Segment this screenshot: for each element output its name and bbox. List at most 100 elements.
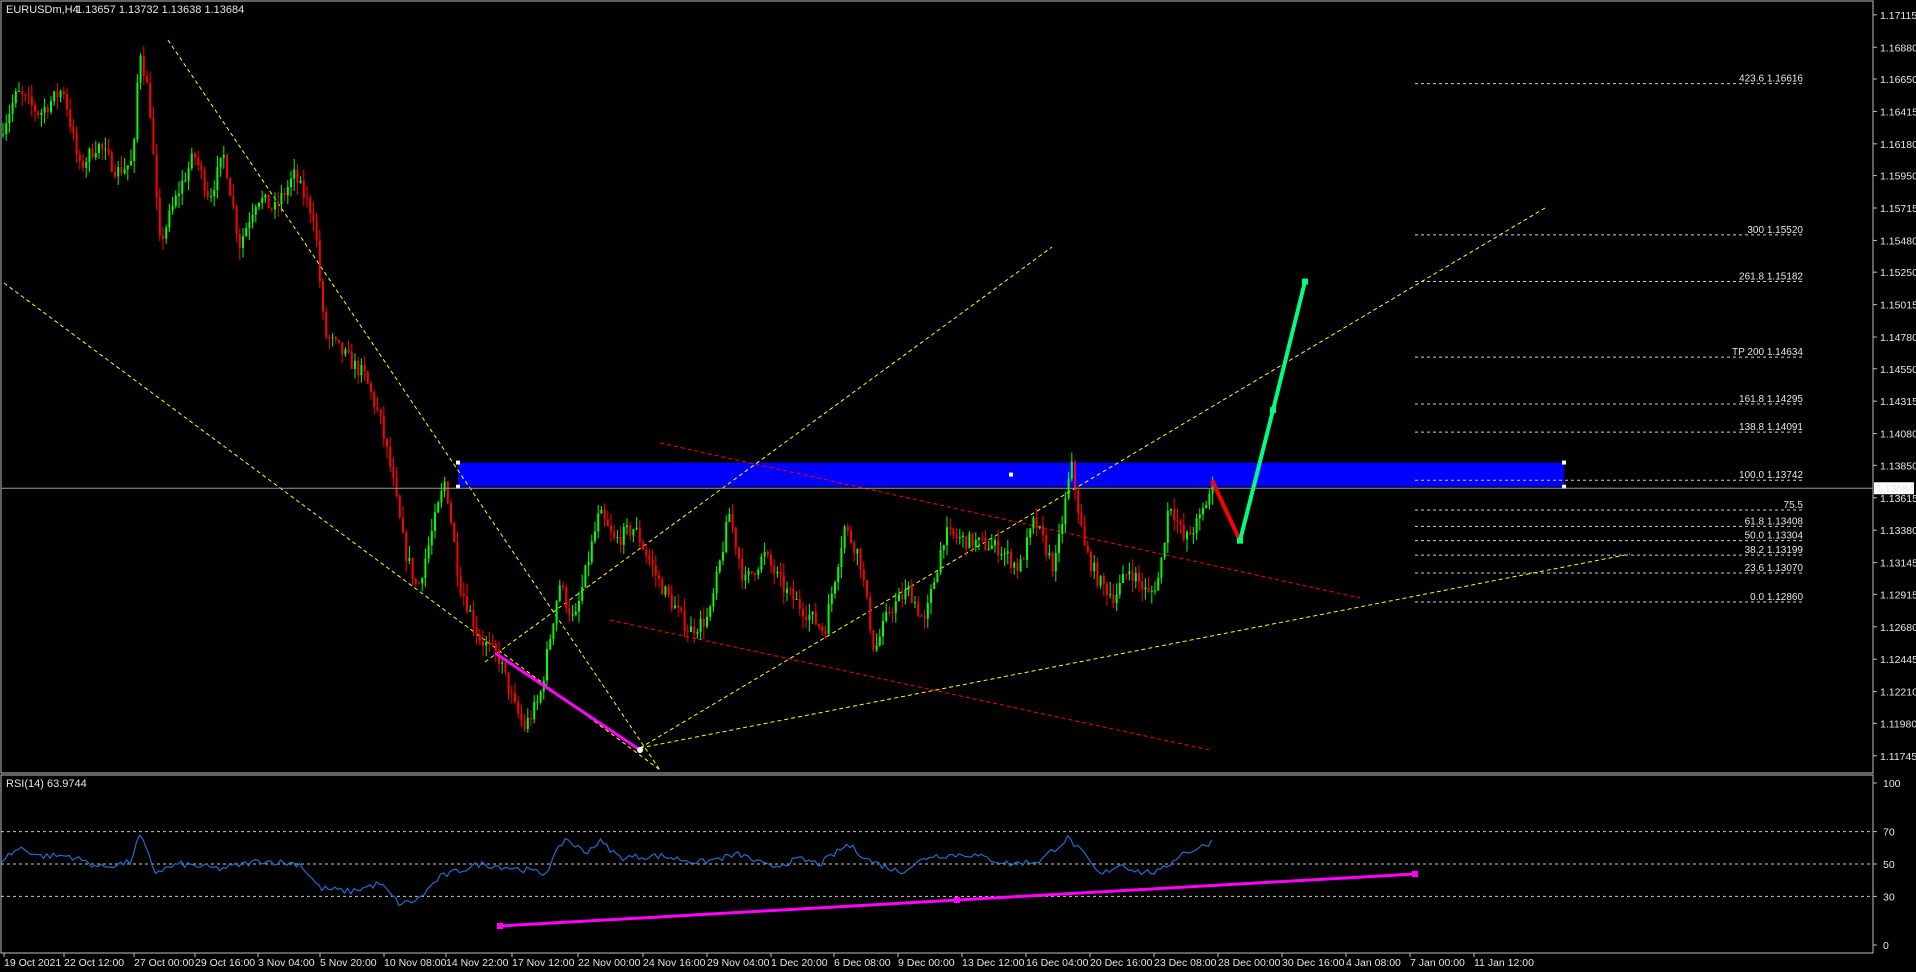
candle-body <box>1086 545 1089 553</box>
candle-body <box>158 197 161 236</box>
candle-body <box>1141 581 1144 590</box>
candle-body <box>939 550 942 573</box>
candle-body <box>1090 552 1092 572</box>
candle-body <box>126 165 129 170</box>
rsi-label: RSI(14) 63.9744 <box>6 778 87 790</box>
candle-body <box>98 143 100 154</box>
candle-body <box>501 662 504 664</box>
candle-body <box>686 630 689 633</box>
candle-body <box>757 569 760 575</box>
candle-body <box>514 693 516 702</box>
candle-body <box>338 339 340 343</box>
candle-body <box>299 180 302 183</box>
candle-body <box>1186 531 1188 540</box>
time-axis-label: 4 Jan 08:00 <box>1346 957 1401 969</box>
projection-node <box>1302 278 1308 285</box>
candle-body <box>1077 490 1080 514</box>
candle-body <box>1205 504 1208 509</box>
candle-body <box>1003 553 1006 555</box>
candle-body <box>398 495 401 518</box>
fib-level-label: 38.2 1.13199 <box>1745 545 1804 556</box>
candle-body <box>517 701 520 714</box>
candle-body <box>1154 590 1156 592</box>
candle-body <box>430 530 433 546</box>
candle-body <box>5 123 8 135</box>
candle-body <box>46 107 49 113</box>
candle-body <box>222 154 225 158</box>
candle-body <box>1109 594 1112 596</box>
candle-body <box>747 571 750 575</box>
candle-body <box>206 190 209 197</box>
candle-body <box>898 594 900 602</box>
time-axis-label: 23 Dec 08:00 <box>1154 957 1217 969</box>
candle-body <box>421 578 424 584</box>
candle-body <box>1048 552 1051 556</box>
zone-anchor-point <box>1562 460 1566 465</box>
candle-body <box>741 558 744 581</box>
candle-body <box>1147 587 1150 592</box>
rsi-axis-label: 50 <box>1883 859 1895 871</box>
candle-body <box>382 415 385 439</box>
candle-body <box>446 481 449 504</box>
candle-body <box>821 626 824 631</box>
chart-canvas[interactable]: 423.6 1.16616 300 1.15520 261.8 1.15182 TP … <box>0 0 1916 972</box>
candle-body <box>238 233 241 248</box>
candle-body <box>683 610 686 631</box>
candle-body <box>146 76 148 83</box>
time-axis-label: 10 Nov 08:00 <box>384 957 447 969</box>
candle-body <box>581 586 584 601</box>
candle-body <box>558 585 561 602</box>
candle-body <box>110 152 113 172</box>
candle-body <box>152 117 155 155</box>
price-axis-label: 1.13850 <box>1880 460 1916 472</box>
fib-level-label: 300 1.15520 <box>1747 225 1803 236</box>
candle-body <box>782 575 785 593</box>
candle-body <box>994 540 996 546</box>
candle-body <box>373 391 376 407</box>
candle-body <box>965 535 968 549</box>
candle-body <box>466 596 468 612</box>
candle-body <box>1128 571 1131 575</box>
candle-body <box>11 103 14 115</box>
time-axis-label: 11 Jan 12:00 <box>1474 957 1534 969</box>
candle-body <box>34 105 36 112</box>
time-axis-label: 6 Dec 08:00 <box>834 957 891 969</box>
candle-body <box>856 548 859 554</box>
candle-body <box>1096 562 1099 586</box>
candle-body <box>1000 554 1003 556</box>
price-axis-label: 1.12210 <box>1880 687 1916 699</box>
candle-body <box>1080 513 1083 526</box>
candle-body <box>926 602 929 619</box>
ohlc-text: 1.13657 1.13732 1.13638 1.13684 <box>76 4 244 16</box>
candle-body <box>722 551 724 561</box>
candle-body <box>219 157 222 168</box>
candle-body <box>629 525 632 536</box>
candle-body <box>101 143 104 149</box>
candle-body <box>165 227 168 239</box>
candle-body <box>610 525 612 532</box>
candle-body <box>901 594 904 600</box>
candle-body <box>574 611 577 615</box>
time-axis-label: 3 Nov 04:00 <box>258 957 315 969</box>
fib-level-label: 423.6 1.16616 <box>1739 74 1803 85</box>
candle-body <box>418 583 420 585</box>
candle-body <box>478 634 481 642</box>
rsi-axis-label: 0 <box>1883 940 1889 952</box>
candle-body <box>78 154 81 161</box>
candle-body <box>59 91 62 98</box>
candle-body <box>91 148 94 158</box>
candle-body <box>651 560 654 566</box>
time-axis-label: 16 Dec 04:00 <box>1026 957 1089 969</box>
candle-body <box>40 112 43 116</box>
candle-body <box>187 168 190 181</box>
candle-body <box>104 148 107 150</box>
candle-body <box>875 645 878 651</box>
candle-body <box>1099 576 1102 586</box>
fib-level-label: 0.0 1.12860 <box>1750 592 1803 603</box>
candle-body <box>891 612 894 614</box>
candle-body <box>1166 510 1169 543</box>
price-axis-label: 1.12445 <box>1880 654 1916 666</box>
zone-anchor-point <box>456 460 460 465</box>
time-axis-label: 13 Dec 12:00 <box>962 957 1025 969</box>
candle-body <box>827 604 830 634</box>
